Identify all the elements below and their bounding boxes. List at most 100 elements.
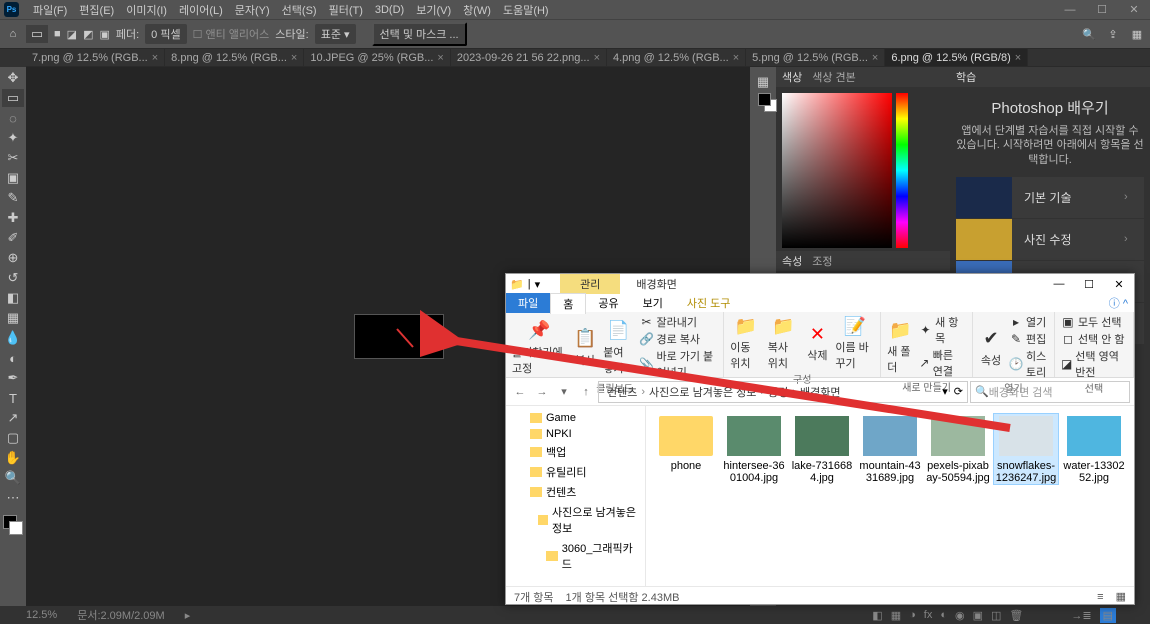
fg-color-swatch[interactable] (758, 93, 771, 106)
tool-shape[interactable]: ▢ (2, 429, 24, 447)
rb-easyaccess-button[interactable]: ↗빠른 연결 (919, 347, 966, 379)
tool-pen[interactable]: ✒ (2, 369, 24, 387)
collapse-icon[interactable]: →≣ (1071, 609, 1091, 622)
tree-item[interactable]: 컨텐츠 (506, 482, 645, 502)
rb-rename-button[interactable]: 📝이름 바꾸기 (835, 314, 874, 371)
menu-view[interactable]: 보기(V) (410, 2, 457, 18)
tree-item[interactable]: NPKI (506, 426, 645, 442)
tab-close-icon[interactable]: × (152, 52, 158, 64)
menu-select[interactable]: 선택(S) (276, 2, 323, 18)
tab-close-icon[interactable]: × (594, 52, 600, 64)
tool-dodge[interactable]: ◐ (2, 349, 24, 367)
exp-maximize-icon[interactable]: ☐ (1074, 274, 1104, 294)
marquee-sub-icon[interactable]: ◩ (83, 28, 93, 41)
menu-layer[interactable]: 레이어(L) (173, 2, 229, 18)
tool-blur[interactable]: 💧 (2, 329, 24, 347)
rb-edit-button[interactable]: ✎편집 (1009, 331, 1048, 347)
rb-pasteshortcut-button[interactable]: 📎바로 가기 붙여넣기 (639, 348, 717, 380)
mask-icon[interactable]: ◐ (940, 609, 947, 621)
rb-properties-button[interactable]: ✔속성 (979, 327, 1003, 368)
nav-up-button[interactable]: ↑ (576, 382, 596, 402)
exp-minimize-icon[interactable]: — (1044, 274, 1074, 294)
color-picker[interactable] (776, 87, 950, 251)
channels-panel-icon[interactable]: ▦ (891, 609, 901, 622)
ribbon-tab-file[interactable]: 파일 (506, 293, 550, 313)
feather-input[interactable]: 0 픽셀 (145, 24, 186, 44)
tab-close-icon[interactable]: × (1015, 52, 1021, 64)
qat-icon[interactable]: ▾ (535, 278, 541, 291)
rb-copyto-button[interactable]: 📁복사 위치 (768, 314, 800, 371)
tool-lasso[interactable]: ◌ (2, 109, 24, 127)
adjustment-icon[interactable]: ◉ (955, 609, 965, 622)
doc-tab[interactable]: 8.png @ 12.5% (RGB...× (165, 49, 304, 66)
doc-tab[interactable]: 7.png @ 12.5% (RGB...× (26, 49, 165, 66)
tool-crop[interactable]: ✂ (2, 149, 24, 167)
menu-3d[interactable]: 3D(D) (369, 4, 410, 16)
tree-item[interactable]: Game (506, 410, 645, 426)
doc-tab-active[interactable]: 6.png @ 12.5% (RGB/8)× (885, 49, 1028, 66)
doc-tab[interactable]: 4.png @ 12.5% (RGB...× (607, 49, 746, 66)
folder-tree[interactable]: Game NPKI 백업 유틸리티 컨텐츠 사진으로 남겨놓은 정보 3060_… (506, 406, 646, 586)
tool-eyedropper[interactable]: ✎ (2, 189, 24, 207)
view-details-icon[interactable]: ≡ (1097, 591, 1103, 603)
tab-close-icon[interactable]: × (872, 52, 878, 64)
tool-stamp[interactable]: ⊕ (2, 249, 24, 267)
select-mask-button[interactable]: 선택 및 마스크 ... (372, 22, 467, 46)
ribbon-tab-share[interactable]: 공유 (586, 293, 630, 313)
trash-icon[interactable]: 🗑 (1009, 609, 1023, 622)
file-list[interactable]: phone hintersee-3601004.jpg lake-7316684… (646, 406, 1134, 586)
menu-image[interactable]: 이미지(I) (120, 2, 173, 18)
ribbon-tab-view[interactable]: 보기 (631, 293, 675, 313)
menu-window[interactable]: 창(W) (457, 2, 497, 18)
tool-path[interactable]: ↗ (2, 409, 24, 427)
file-item-folder[interactable]: phone (654, 414, 718, 472)
rb-history-button[interactable]: 🕑히스토리 (1009, 348, 1048, 380)
rb-moveto-button[interactable]: 📁이동 위치 (730, 314, 762, 371)
rb-selectnone-button[interactable]: ◻선택 안 함 (1061, 331, 1127, 347)
doc-tab[interactable]: 10.JPEG @ 25% (RGB...× (304, 49, 450, 66)
status-chevron-icon[interactable]: ▸ (185, 609, 191, 622)
rb-open-button[interactable]: ▸열기 (1009, 314, 1048, 330)
rb-newfolder-button[interactable]: 📁새 폴더 (887, 318, 913, 375)
fx-icon[interactable]: fx (924, 609, 933, 621)
tool-preset-icon[interactable]: ▭ (26, 25, 48, 43)
fgbg-swatch[interactable] (3, 515, 23, 535)
tool-frame[interactable]: ▣ (2, 169, 24, 187)
tool-zoom[interactable]: 🔍 (2, 469, 24, 487)
rb-paste-button[interactable]: 📄붙여넣기 (603, 319, 633, 376)
file-item[interactable]: mountain-4331689.jpg (858, 414, 922, 484)
tool-heal[interactable]: ✚ (2, 209, 24, 227)
hue-slider[interactable] (896, 93, 908, 248)
address-bar[interactable]: 컨텐츠› 사진으로 남겨놓은 정보› 풍경› 배경화면 ▾ ⟳ (598, 381, 968, 403)
rb-cut-button[interactable]: ✂잘라내기 (639, 314, 717, 330)
menu-type[interactable]: 문자(Y) (229, 2, 276, 18)
rb-delete-button[interactable]: ✕삭제 (805, 322, 829, 363)
marquee-intersect-icon[interactable]: ▣ (99, 28, 109, 41)
tree-item[interactable]: 백업 (506, 442, 645, 462)
learn-card-basics[interactable]: 기본 기술 › (956, 177, 1144, 218)
file-item[interactable]: lake-7316684.jpg (790, 414, 854, 484)
tree-item[interactable]: 사진으로 남겨놓은 정보 (506, 502, 645, 538)
learn-card-photo[interactable]: 사진 수정 › (956, 219, 1144, 260)
doc-tab[interactable]: 5.png @ 12.5% (RGB...× (746, 49, 885, 66)
tool-history[interactable]: ↺ (2, 269, 24, 287)
tool-marquee[interactable]: ▭ (2, 89, 24, 107)
tab-close-icon[interactable]: × (733, 52, 739, 64)
tab-color[interactable]: 색상 (782, 69, 802, 85)
tree-item[interactable]: 3060_그래픽카드 (506, 538, 645, 574)
menu-filter[interactable]: 필터(T) (323, 2, 369, 18)
file-item[interactable]: hintersee-3601004.jpg (722, 414, 786, 484)
maximize-icon[interactable]: ☐ (1086, 1, 1118, 19)
tab-learn[interactable]: 학습 (956, 69, 976, 85)
rb-selectall-button[interactable]: ▣모두 선택 (1061, 314, 1127, 330)
ribbon-tab-home[interactable]: 홈 (550, 293, 586, 314)
menu-help[interactable]: 도움말(H) (497, 2, 555, 18)
rb-invertselect-button[interactable]: ◪선택 영역 반전 (1061, 348, 1127, 380)
tab-close-icon[interactable]: × (437, 52, 443, 64)
rb-newitem-button[interactable]: ✦새 항목 (919, 314, 966, 346)
tab-adjustments[interactable]: 조정 (812, 253, 832, 269)
newlayer-icon[interactable]: ◫ (991, 609, 1001, 622)
close-icon[interactable]: ✕ (1118, 1, 1150, 19)
tool-brush[interactable]: ✐ (2, 229, 24, 247)
zoom-level[interactable]: 12.5% (26, 609, 57, 621)
